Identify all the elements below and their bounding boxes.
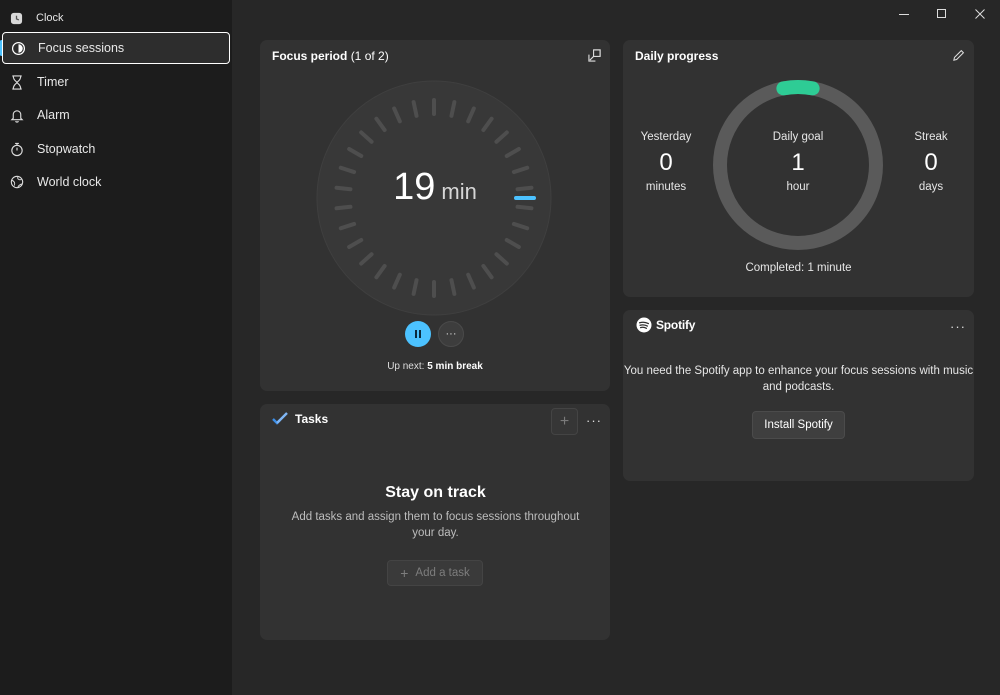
tasks-empty-heading: Stay on track — [385, 484, 486, 501]
clock-app-icon — [10, 12, 23, 24]
tasks-header: Tasks — [272, 412, 328, 426]
minimize-icon — [899, 14, 909, 15]
sidebar-item-label: Stopwatch — [37, 142, 96, 156]
install-spotify-button[interactable]: Install Spotify — [752, 411, 845, 439]
plus-icon: + — [400, 565, 409, 581]
sidebar-item-label: Alarm — [37, 108, 70, 122]
timer-unit: min — [441, 179, 477, 204]
close-button[interactable] — [961, 0, 999, 28]
spotify-message: You need the Spotify app to enhance your… — [623, 365, 974, 393]
up-next-text: Up next: 5 min break — [260, 361, 610, 372]
timer-tick — [411, 278, 419, 296]
maximize-button[interactable] — [923, 0, 961, 28]
globe-icon — [9, 174, 25, 190]
sidebar-item-alarm[interactable]: Alarm — [0, 99, 230, 131]
main-content: Focus period (1 of 2) 19 min ··· Up next… — [232, 0, 1000, 695]
pencil-icon — [952, 49, 964, 61]
focus-period-count: (1 of 2) — [350, 49, 389, 63]
app-title-bar: Clock — [10, 9, 64, 27]
more-icon: ··· — [950, 318, 966, 334]
spotify-brand: Spotify — [656, 318, 696, 332]
stopwatch-icon — [9, 141, 25, 157]
focus-more-button[interactable]: ··· — [438, 321, 464, 347]
up-next-value: 5 min break — [427, 361, 483, 372]
spotify-logo: Spotify — [636, 317, 695, 333]
sidebar: Clock Focus sessions Timer Alarm Stopwat… — [0, 0, 232, 695]
daily-progress-card: Daily progress Yesterday 0 minutes Daily… — [623, 40, 974, 297]
hourglass-icon — [9, 74, 25, 90]
yesterday-unit: minutes — [645, 181, 687, 193]
yesterday-stat: Yesterday 0 minutes — [633, 131, 699, 193]
timer-readout: 19 min — [260, 166, 610, 209]
completed-text: Completed: 1 minute — [745, 262, 852, 274]
sidebar-item-label: Focus sessions — [38, 41, 125, 55]
minimize-button[interactable] — [885, 0, 923, 28]
streak-value: 0 — [924, 149, 938, 176]
streak-stat: Streak 0 days — [901, 131, 961, 193]
focus-period-card: Focus period (1 of 2) 19 min ··· Up next… — [260, 40, 610, 391]
add-task-label: Add a task — [415, 567, 470, 579]
yesterday-value: 0 — [659, 149, 673, 176]
timer-tick — [411, 100, 419, 118]
daily-progress-title: Daily progress — [635, 49, 719, 63]
bell-icon — [9, 107, 25, 123]
tasks-title: Tasks — [295, 412, 329, 426]
streak-label: Streak — [914, 131, 948, 143]
compact-overlay-button[interactable] — [586, 47, 602, 63]
progress-arc — [776, 80, 820, 96]
up-next-label: Up next: — [387, 361, 425, 372]
more-icon: ··· — [445, 328, 457, 340]
maximize-icon — [937, 9, 946, 18]
focus-period-title: Focus period (1 of 2) — [272, 49, 389, 63]
app-title: Clock — [36, 12, 64, 24]
daily-goal-stat: Daily goal 1 hour — [758, 131, 838, 193]
add-task-icon-button[interactable]: + — [551, 408, 578, 435]
compact-overlay-icon — [587, 48, 601, 62]
streak-unit: days — [918, 181, 944, 193]
yesterday-label: Yesterday — [640, 131, 692, 143]
spotify-card: Spotify ··· You need the Spotify app to … — [623, 310, 974, 481]
timer-tick — [449, 278, 457, 296]
tasks-empty-description: Add tasks and assign them to focus sessi… — [291, 511, 580, 539]
edit-goal-button[interactable] — [950, 47, 966, 63]
tasks-card: Tasks + ··· Stay on track Add tasks and … — [260, 404, 610, 640]
spotify-icon — [636, 317, 652, 333]
timer-tick — [449, 100, 457, 118]
close-icon — [975, 9, 985, 19]
sidebar-item-label: Timer — [37, 75, 69, 89]
pause-button[interactable] — [405, 321, 431, 347]
focus-icon — [10, 40, 26, 56]
sidebar-item-world-clock[interactable]: World clock — [0, 166, 230, 198]
sidebar-item-focus-sessions[interactable]: Focus sessions — [2, 32, 230, 64]
focus-title-text: Focus period — [272, 49, 348, 63]
spotify-more-button[interactable]: ··· — [950, 318, 966, 334]
daily-goal-unit: hour — [786, 181, 810, 193]
daily-goal-label: Daily goal — [772, 131, 824, 143]
daily-goal-value: 1 — [791, 149, 805, 176]
more-icon: ··· — [586, 412, 602, 428]
plus-icon: + — [559, 412, 570, 430]
tasks-more-button[interactable]: ··· — [586, 412, 602, 428]
todo-check-icon — [272, 412, 288, 425]
pause-icon — [415, 330, 421, 338]
sidebar-item-stopwatch[interactable]: Stopwatch — [0, 133, 230, 165]
timer-value: 19 — [393, 166, 436, 208]
sidebar-item-label: World clock — [37, 175, 102, 189]
sidebar-item-timer[interactable]: Timer — [0, 66, 230, 98]
add-task-button[interactable]: + Add a task — [387, 560, 483, 586]
